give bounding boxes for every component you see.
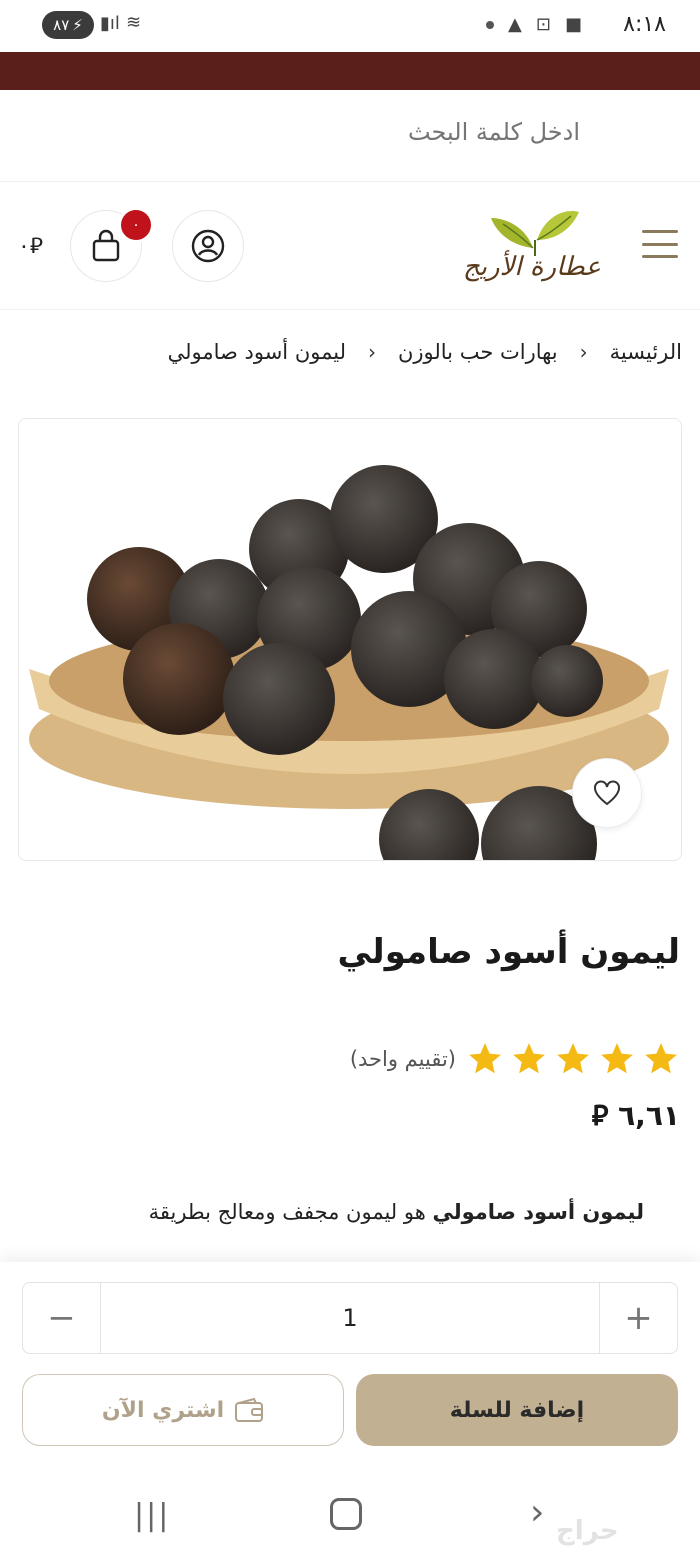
clock: ٨:١٨ — [623, 12, 666, 37]
increase-quantity-button[interactable]: + — [599, 1283, 677, 1353]
star-icon — [513, 1043, 545, 1074]
wallet-icon — [235, 1397, 264, 1422]
star-icon — [601, 1043, 633, 1074]
recent-apps-icon[interactable]: ||| — [134, 1498, 170, 1533]
star-icon — [645, 1043, 677, 1074]
status-bar: ٨٧ ⚡ ▮ıl ≋ ▲ ⊡ ■ ٨:١٨ — [0, 0, 700, 52]
search-bar — [0, 90, 700, 182]
rating-stars — [466, 1040, 680, 1078]
riyal-icon: ⃁ — [591, 1099, 609, 1132]
kaaba-icon: ■ — [564, 14, 582, 35]
decrease-quantity-button[interactable]: − — [23, 1283, 101, 1353]
plus-icon: + — [624, 1298, 653, 1338]
purchase-panel: − 1 + اشتري الآن إضافة للسلة — [0, 1262, 700, 1476]
price-value: ٦,٦١ — [618, 1099, 680, 1132]
top-brand-bar — [0, 52, 700, 90]
star-icon — [469, 1043, 501, 1074]
notification-icons: ▲ ⊡ ■ — [486, 14, 582, 35]
charging-icon: ⚡ — [72, 16, 83, 34]
app-notification-icon: ▲ — [508, 14, 522, 35]
cart-count-badge: ٠ — [118, 207, 154, 243]
description-bold: ليمون أسود صامولي — [432, 1200, 644, 1224]
buy-now-button[interactable]: اشتري الآن — [22, 1374, 344, 1446]
product-rating[interactable]: (تقييم واحد) — [350, 1040, 680, 1078]
battery-indicator: ٨٧ ⚡ — [42, 11, 94, 39]
search-input[interactable] — [160, 118, 580, 146]
logo-text[interactable]: عطارة الأريج — [463, 252, 601, 282]
menu-icon[interactable] — [642, 230, 678, 258]
product-description: ليمون أسود صامولي هو ليمون مجفف ومعالج ب… — [149, 1200, 644, 1224]
add-to-cart-label: إضافة للسلة — [449, 1397, 585, 1423]
shopping-bag-icon — [92, 229, 120, 262]
watermark: حراج — [556, 1516, 619, 1546]
account-button[interactable] — [172, 210, 244, 282]
cart-total: ⃁٠ — [18, 232, 43, 260]
home-icon[interactable] — [330, 1498, 362, 1530]
chevron-left-icon: ‹ — [579, 340, 588, 364]
riyal-icon: ⃁ — [29, 234, 43, 259]
breadcrumb: الرئيسية ‹ بهارات حب بالوزن ‹ ليمون أسود… — [168, 340, 682, 364]
back-icon[interactable]: › — [530, 1492, 544, 1533]
notification-dot-icon — [486, 20, 495, 29]
heart-icon — [594, 780, 620, 806]
minus-icon: − — [47, 1298, 76, 1338]
site-header: عطارة الأريج ٠ ⃁٠ — [0, 182, 700, 310]
quantity-stepper: − 1 + — [22, 1282, 678, 1354]
rating-count[interactable]: (تقييم واحد) — [350, 1047, 456, 1071]
description-text: هو ليمون مجفف ومعالج بطريقة — [148, 1200, 433, 1224]
system-nav-bar: ||| › حراج — [0, 1476, 700, 1556]
user-icon — [191, 229, 225, 263]
chevron-left-icon: ‹ — [367, 340, 376, 364]
screenshot-icon: ⊡ — [535, 14, 551, 35]
product-title: ليمون أسود صامولي — [337, 932, 680, 972]
add-to-cart-button[interactable]: إضافة للسلة — [356, 1374, 678, 1446]
buy-now-label: اشتري الآن — [101, 1397, 225, 1423]
favorite-button[interactable] — [572, 758, 642, 828]
battery-level: ٨٧ — [53, 16, 70, 34]
breadcrumb-category[interactable]: بهارات حب بالوزن — [398, 340, 558, 364]
quantity-value[interactable]: 1 — [101, 1283, 599, 1353]
breadcrumb-home[interactable]: الرئيسية — [610, 340, 682, 364]
cart-total-value: ٠ — [18, 234, 30, 259]
star-icon — [557, 1043, 589, 1074]
wifi-icon: ≋ — [126, 12, 142, 33]
signal-icon: ▮ıl — [100, 13, 120, 34]
breadcrumb-current: ليمون أسود صامولي — [167, 340, 346, 364]
product-price: ٦,٦١ ⃁ — [592, 1096, 680, 1133]
